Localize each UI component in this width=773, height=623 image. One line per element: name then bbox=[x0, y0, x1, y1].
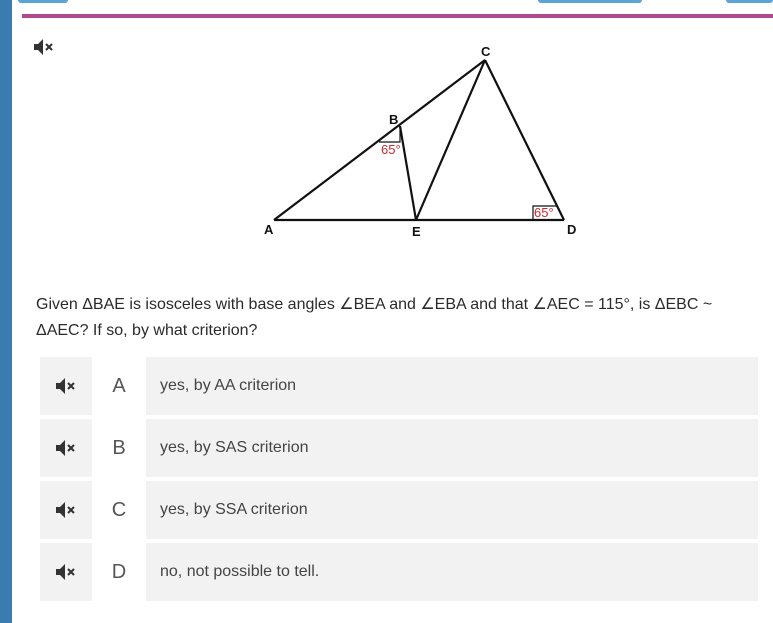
point-b-label: B bbox=[389, 112, 398, 127]
left-accent-bar bbox=[0, 0, 12, 623]
option-letter: A bbox=[92, 357, 146, 415]
speaker-muted-icon bbox=[56, 502, 75, 518]
option-text: yes, by AA criterion bbox=[160, 377, 297, 394]
segment-ac bbox=[273, 59, 486, 221]
option-d-audio-button[interactable] bbox=[40, 543, 92, 601]
top-tab-middle[interactable] bbox=[538, 0, 642, 3]
segment-ce bbox=[414, 59, 487, 221]
option-d[interactable]: D no, not possible to tell. bbox=[40, 543, 758, 601]
top-strip bbox=[12, 0, 773, 6]
question-audio-button[interactable] bbox=[33, 38, 55, 56]
option-a-audio-button[interactable] bbox=[40, 357, 92, 415]
option-b-audio-button[interactable] bbox=[40, 419, 92, 477]
angle-d-label: 65° bbox=[534, 205, 554, 220]
option-letter: D bbox=[92, 543, 146, 601]
option-letter: C bbox=[92, 481, 146, 539]
point-e-label: E bbox=[412, 224, 421, 239]
speaker-muted-icon bbox=[56, 564, 75, 580]
point-c-label: C bbox=[481, 44, 491, 59]
speaker-muted-icon bbox=[56, 440, 75, 456]
section-divider bbox=[22, 14, 773, 18]
option-text: no, not possible to tell. bbox=[160, 563, 320, 580]
top-tab-right[interactable] bbox=[726, 0, 773, 3]
segment-be bbox=[398, 125, 418, 221]
answer-options: A yes, by AA criterion B yes, by SAS cri… bbox=[40, 357, 758, 605]
segment-cd bbox=[484, 59, 565, 221]
speaker-muted-icon bbox=[34, 39, 53, 55]
option-letter: B bbox=[92, 419, 146, 477]
option-text: yes, by SSA criterion bbox=[160, 501, 308, 518]
angle-b-box bbox=[379, 126, 401, 143]
option-c[interactable]: C yes, by SSA criterion bbox=[40, 481, 758, 539]
option-b[interactable]: B yes, by SAS criterion bbox=[40, 419, 758, 477]
option-a[interactable]: A yes, by AA criterion bbox=[40, 357, 758, 415]
option-text: yes, by SAS criterion bbox=[160, 439, 309, 456]
question-text: Given ΔBAE is isosceles with base angles… bbox=[36, 296, 713, 339]
option-c-audio-button[interactable] bbox=[40, 481, 92, 539]
triangle-figure: 65° 65° A B C D E bbox=[264, 44, 576, 239]
angle-b-label: 65° bbox=[381, 142, 401, 157]
speaker-muted-icon bbox=[56, 378, 75, 394]
top-tab-left[interactable] bbox=[18, 0, 68, 3]
point-a-label: A bbox=[264, 222, 274, 237]
point-d-label: D bbox=[567, 222, 576, 237]
